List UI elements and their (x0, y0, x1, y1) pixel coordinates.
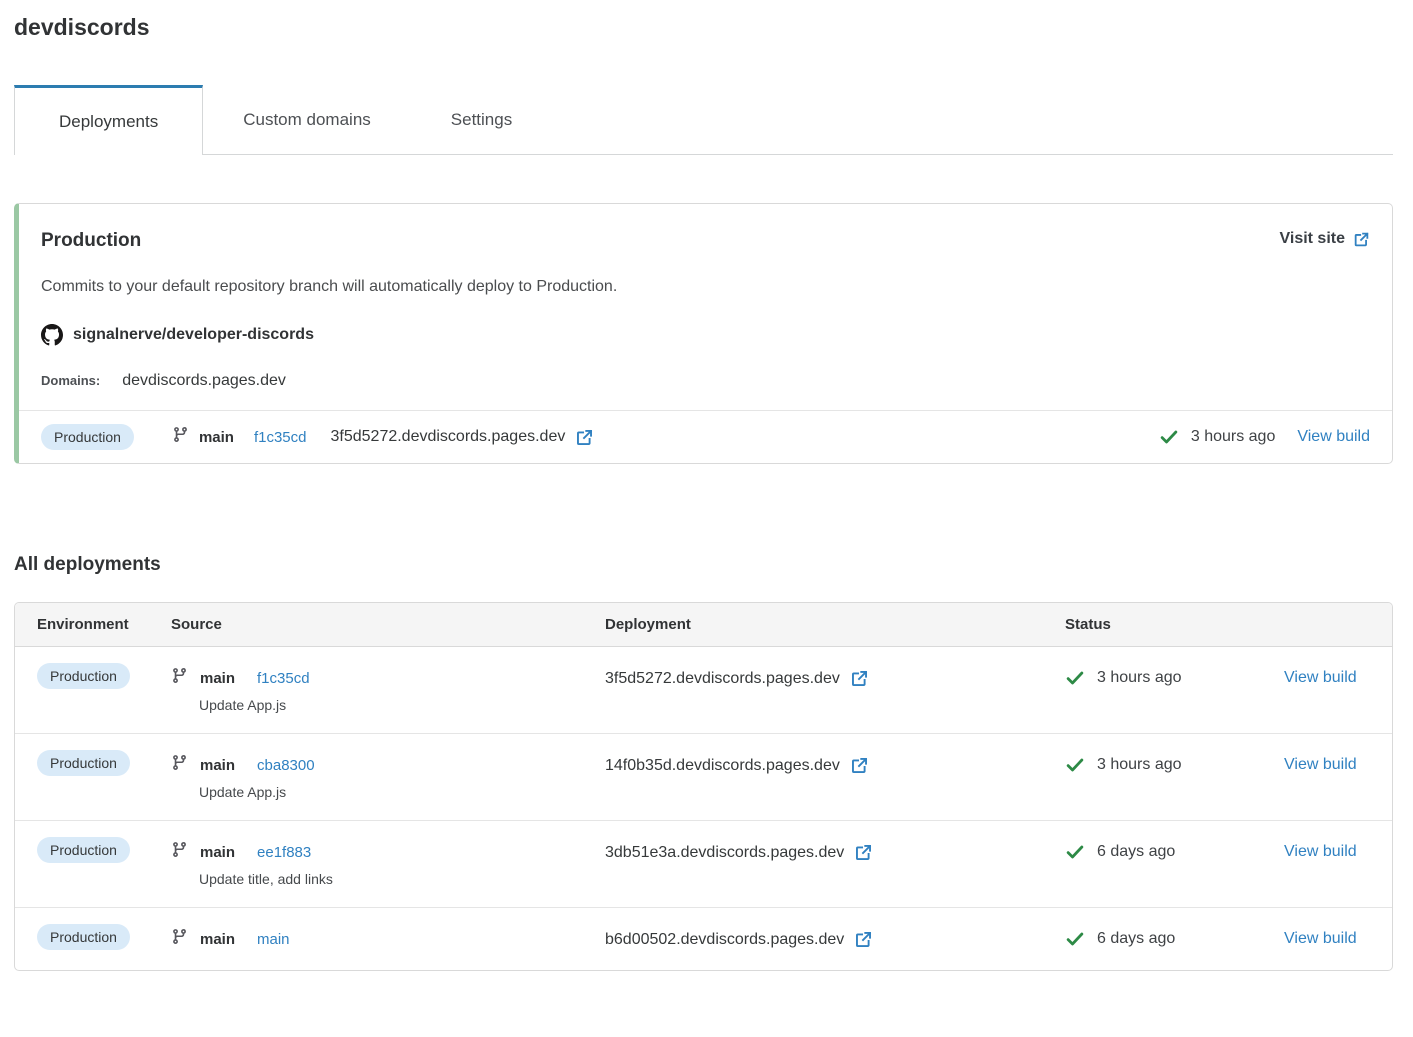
git-branch-icon (171, 754, 188, 776)
deployment-time: 6 days ago (1097, 930, 1175, 948)
table-row: Production main f1c35cd Update App.js 3f… (15, 647, 1392, 734)
repo-link[interactable]: signalnerve/developer-discords (41, 324, 1370, 346)
external-link-icon[interactable] (850, 669, 869, 688)
table-row: Production main ee1f883 Update title, ad… (15, 821, 1392, 908)
tab-settings[interactable]: Settings (411, 85, 552, 154)
deployment-url: b6d00502.devdiscords.pages.dev (605, 931, 844, 949)
success-check-icon (1065, 929, 1085, 949)
view-build-link[interactable]: View build (1297, 428, 1370, 446)
github-icon (41, 324, 63, 346)
table-row: Production main cba8300 Update App.js 14… (15, 734, 1392, 821)
commit-link[interactable]: cba8300 (257, 757, 315, 774)
commit-link[interactable]: ee1f883 (257, 844, 311, 861)
view-build-link[interactable]: View build (1284, 756, 1357, 773)
page-container: devdiscords Deployments Custom domains S… (0, 0, 1413, 991)
external-link-icon (1353, 231, 1370, 248)
deployment-url: 3f5d5272.devdiscords.pages.dev (605, 670, 840, 688)
page-title: devdiscords (14, 14, 1393, 41)
repo-name: signalnerve/developer-discords (73, 326, 314, 344)
commit-link[interactable]: f1c35cd (257, 670, 310, 687)
success-check-icon (1065, 842, 1085, 862)
environment-badge: Production (37, 663, 130, 689)
external-link-icon[interactable] (850, 756, 869, 775)
deployment-time: 3 hours ago (1191, 428, 1276, 446)
domains-label: Domains: (41, 373, 100, 388)
success-check-icon (1159, 427, 1179, 447)
commit-message: Update title, add links (171, 871, 605, 887)
deployment-url: 14f0b35d.devdiscords.pages.dev (605, 757, 840, 775)
branch-name: main (200, 931, 235, 948)
external-link-icon[interactable] (854, 843, 873, 862)
git-branch-icon (171, 667, 188, 689)
production-card-description: Commits to your default repository branc… (41, 278, 1370, 296)
deployment-url: 3f5d5272.devdiscords.pages.dev (331, 428, 566, 446)
commit-message: Update App.js (171, 784, 605, 800)
environment-badge: Production (37, 750, 130, 776)
column-header-environment: Environment (37, 603, 171, 646)
view-build-link[interactable]: View build (1284, 669, 1357, 686)
production-deployment-row: Production main f1c35cd 3f5d5272.devdisc… (19, 410, 1392, 463)
table-header-row: Environment Source Deployment Status (15, 603, 1392, 647)
tab-bar: Deployments Custom domains Settings (14, 85, 1393, 155)
column-header-source: Source (171, 603, 605, 646)
environment-badge: Production (37, 924, 130, 950)
view-build-link[interactable]: View build (1284, 843, 1357, 860)
git-branch-icon (172, 426, 189, 448)
production-card-title: Production (41, 230, 141, 252)
production-card: Production Visit site Commits to your de… (14, 203, 1393, 464)
commit-message: Update App.js (171, 697, 605, 713)
commit-link[interactable]: main (257, 931, 290, 948)
deployment-time: 3 hours ago (1097, 669, 1182, 687)
view-build-link[interactable]: View build (1284, 930, 1357, 947)
column-header-actions (1284, 603, 1370, 629)
tab-settings-label: Settings (451, 110, 512, 130)
column-header-deployment: Deployment (605, 603, 1065, 646)
deployment-time: 6 days ago (1097, 843, 1175, 861)
deployment-time: 3 hours ago (1097, 756, 1182, 774)
branch-name: main (200, 844, 235, 861)
domains-value: devdiscords.pages.dev (122, 372, 286, 390)
tab-deployments-label: Deployments (59, 112, 158, 132)
tab-deployments[interactable]: Deployments (14, 85, 203, 155)
tab-custom-domains[interactable]: Custom domains (203, 85, 411, 154)
external-link-icon[interactable] (854, 930, 873, 949)
success-check-icon (1065, 755, 1085, 775)
environment-badge: Production (41, 424, 134, 450)
branch-name: main (200, 670, 235, 687)
branch-name: main (199, 429, 234, 446)
visit-site-label: Visit site (1279, 230, 1345, 248)
branch-name: main (200, 757, 235, 774)
all-deployments-heading: All deployments (14, 554, 1393, 576)
success-check-icon (1065, 668, 1085, 688)
table-row: Production main main b6d00502.devdiscord… (15, 908, 1392, 970)
deployments-table: Environment Source Deployment Status Pro… (14, 602, 1393, 971)
tab-custom-domains-label: Custom domains (243, 110, 371, 130)
external-link-icon[interactable] (575, 428, 594, 447)
git-branch-icon (171, 928, 188, 950)
deployment-url: 3db51e3a.devdiscords.pages.dev (605, 844, 844, 862)
commit-link[interactable]: f1c35cd (254, 429, 307, 446)
environment-badge: Production (37, 837, 130, 863)
visit-site-link[interactable]: Visit site (1279, 230, 1370, 248)
git-branch-icon (171, 841, 188, 863)
column-header-status: Status (1065, 603, 1284, 646)
